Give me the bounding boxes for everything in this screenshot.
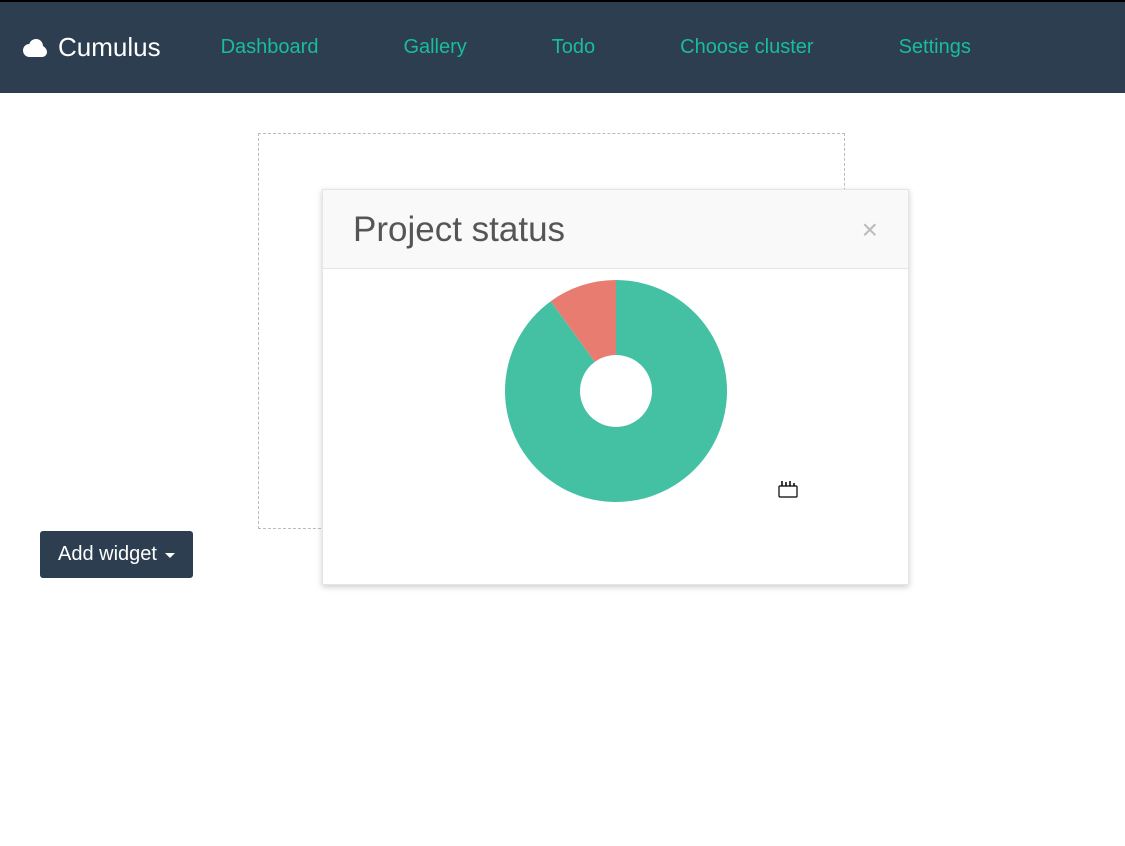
grab-cursor-icon[interactable]	[778, 480, 798, 503]
cloud-icon	[20, 37, 50, 59]
brand[interactable]: Cumulus	[20, 32, 161, 63]
nav-settings[interactable]: Settings	[899, 36, 971, 59]
add-widget-button[interactable]: Add widget	[40, 531, 193, 578]
nav-dashboard[interactable]: Dashboard	[221, 36, 319, 59]
widget-title: Project status	[353, 210, 565, 250]
close-icon[interactable]: ×	[862, 216, 878, 244]
nav-gallery[interactable]: Gallery	[403, 36, 466, 59]
content-area: Project status × Add widget	[0, 93, 1125, 173]
widget-header: Project status ×	[323, 190, 908, 269]
widget-body	[323, 269, 908, 579]
project-status-widget[interactable]: Project status ×	[322, 189, 909, 585]
nav-links: Dashboard Gallery Todo Choose cluster Se…	[221, 36, 971, 59]
brand-name: Cumulus	[58, 32, 161, 63]
nav-choose-cluster[interactable]: Choose cluster	[680, 36, 813, 59]
navbar: Cumulus Dashboard Gallery Todo Choose cl…	[0, 0, 1125, 93]
donut-chart	[323, 279, 908, 579]
add-widget-label: Add widget	[58, 543, 157, 566]
chevron-down-icon	[165, 553, 175, 558]
nav-todo[interactable]: Todo	[552, 36, 595, 59]
